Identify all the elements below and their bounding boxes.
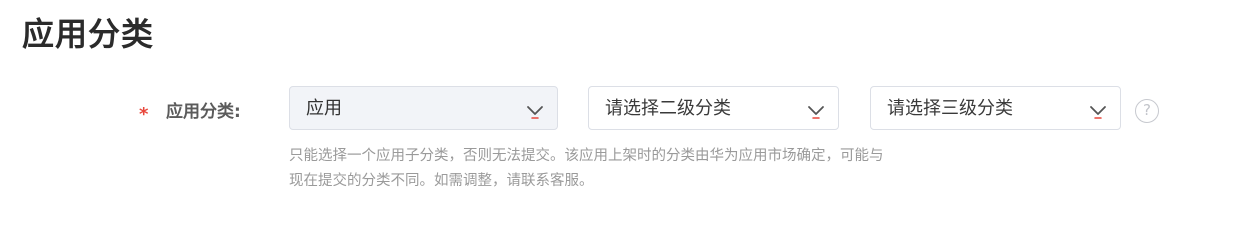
- primary-category-select[interactable]: 应用: [289, 86, 558, 130]
- secondary-category-placeholder: 请选择二级分类: [605, 98, 731, 119]
- required-mark: *: [139, 104, 149, 125]
- secondary-category-select[interactable]: 请选择二级分类: [588, 86, 839, 130]
- hint-line-2: 现在提交的分类不同。如需调整，请联系客服。: [289, 173, 594, 189]
- primary-category-value: 应用: [306, 98, 342, 119]
- field-label: 应用分类:: [166, 102, 241, 122]
- chevron-down-icon: [1090, 106, 1106, 119]
- question-circle-icon[interactable]: ?: [1135, 99, 1159, 123]
- tertiary-category-placeholder: 请选择三级分类: [887, 98, 1013, 119]
- category-hint-text: 只能选择一个应用子分类，否则无法提交。该应用上架时的分类由华为应用市场确定，可能…: [289, 144, 979, 194]
- app-category-form-row: * 应用分类: 应用 请选择二级分类 请选择三级分类 ?: [0, 86, 1241, 132]
- section-title: 应用分类: [22, 15, 155, 53]
- chevron-down-icon: [808, 106, 824, 119]
- tertiary-category-select[interactable]: 请选择三级分类: [870, 86, 1121, 130]
- chevron-down-icon: [527, 106, 543, 119]
- hint-line-1: 只能选择一个应用子分类，否则无法提交。该应用上架时的分类由华为应用市场确定，可能…: [289, 148, 884, 164]
